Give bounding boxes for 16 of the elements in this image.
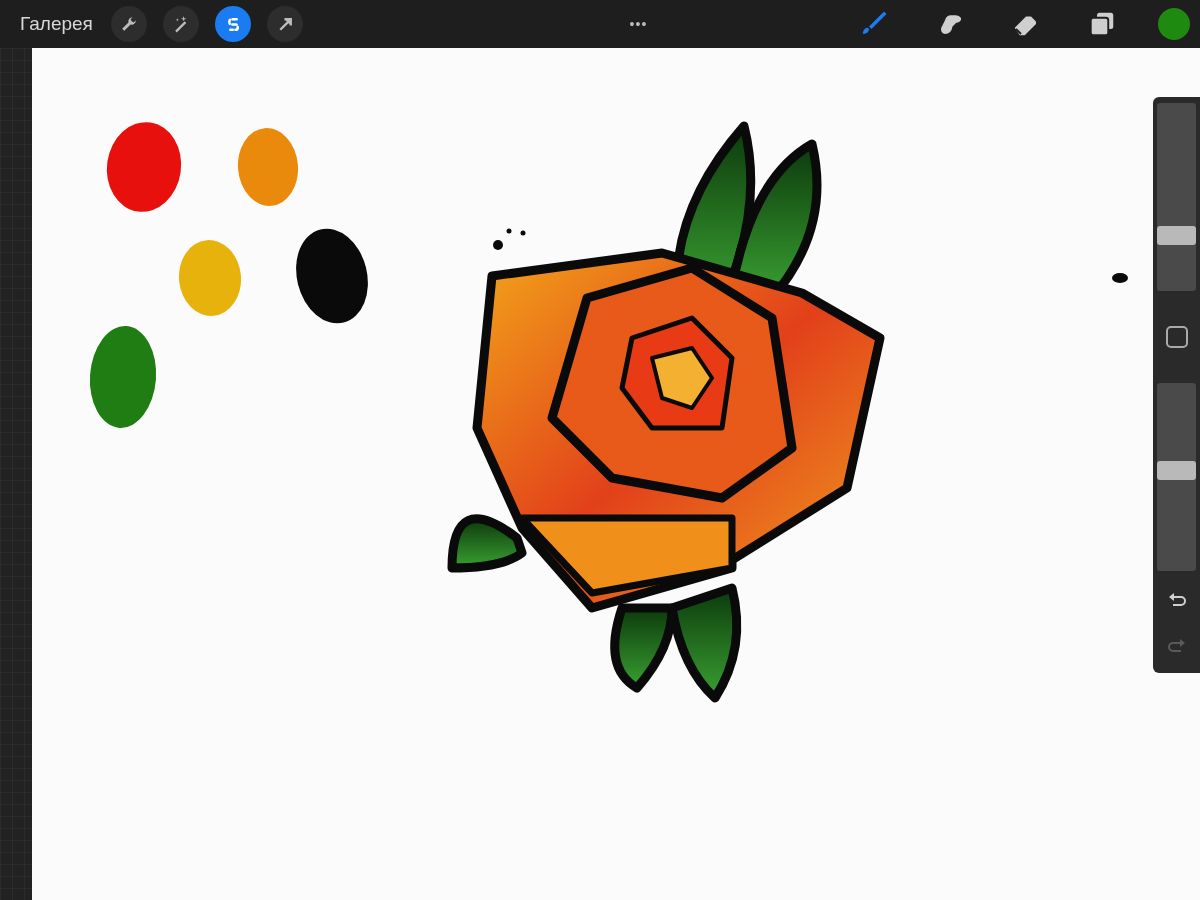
slider-thumb[interactable] <box>1157 461 1196 481</box>
color-picker-button[interactable] <box>1158 8 1190 40</box>
drawing-canvas[interactable] <box>32 48 1200 900</box>
gallery-link[interactable]: Галерея <box>0 9 103 39</box>
more-handle[interactable]: ••• <box>629 17 648 31</box>
selection-button[interactable] <box>214 6 251 42</box>
ink-spot <box>1112 273 1128 283</box>
actions-button[interactable] <box>110 6 147 42</box>
modify-button[interactable] <box>1165 326 1188 348</box>
adjustments-button[interactable] <box>162 6 199 42</box>
ink-spot <box>520 230 526 236</box>
brush-size-slider[interactable] <box>1157 103 1196 291</box>
redo-icon <box>1166 638 1187 654</box>
slider-thumb[interactable] <box>1157 226 1196 246</box>
transform-button[interactable] <box>266 6 303 42</box>
opacity-slider[interactable] <box>1157 383 1196 571</box>
